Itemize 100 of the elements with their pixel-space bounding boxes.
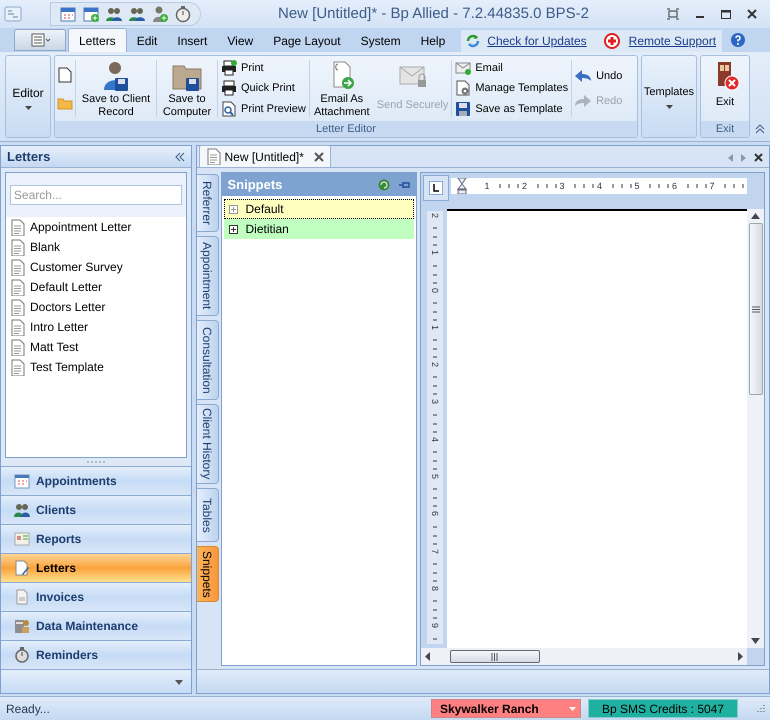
letter-list-item[interactable]: Intro Letter: [6, 317, 186, 337]
ribbon-button[interactable]: Undo: [573, 65, 624, 88]
ruler-ticks-icon: [432, 264, 438, 284]
ruler-ticks-icon: [432, 562, 438, 582]
navigation-button[interactable]: Invoices: [1, 582, 191, 611]
document-icon: [206, 148, 220, 165]
ruler-number: 1: [430, 250, 439, 256]
document-tab[interactable]: New [Untitled]*: [198, 145, 331, 167]
ribbon-button[interactable]: Print: [220, 58, 307, 78]
navigation-button[interactable]: Clients: [1, 495, 191, 524]
sms-credits-indicator: Bp SMS Credits : 5047: [588, 699, 738, 718]
refresh-icon[interactable]: [378, 178, 390, 190]
close-icon[interactable]: [746, 8, 758, 20]
undo-arrow-icon: [574, 69, 592, 84]
letter-list-item[interactable]: Default Letter: [6, 277, 186, 297]
letter-list-item[interactable]: Matt Test: [6, 337, 186, 357]
ribbon-tab[interactable]: Edit: [126, 30, 168, 52]
document-icon: [10, 298, 25, 316]
ribbon-button[interactable]: Manage Templates: [454, 78, 570, 98]
ribbon-tab[interactable]: Insert: [167, 30, 218, 52]
ribbon-button[interactable]: Email As Attachment: [310, 56, 374, 121]
new-document-icon[interactable]: [58, 66, 72, 83]
resize-grip-icon[interactable]: [754, 702, 766, 714]
letter-list-item[interactable]: Blank: [6, 237, 186, 257]
letter-list-item[interactable]: Customer Survey: [6, 257, 186, 277]
ruler-number: 5: [634, 182, 640, 190]
ribbon-button[interactable]: Save to Client Record: [76, 56, 156, 121]
snippet-row[interactable]: Dietitian: [224, 219, 414, 239]
snippet-row[interactable]: Default: [224, 199, 414, 219]
ribbon-button[interactable]: Print Preview: [220, 98, 307, 119]
calendar-add-icon[interactable]: [82, 5, 100, 23]
splitter-grip-icon[interactable]: [86, 459, 106, 465]
side-tab[interactable]: Tables: [196, 488, 218, 542]
editor-button[interactable]: Editor: [5, 55, 51, 138]
people-icon[interactable]: [105, 5, 123, 23]
indent-marker-icon[interactable]: [456, 178, 466, 194]
ribbon-tab[interactable]: Letters: [68, 28, 127, 52]
navigation-button[interactable]: Appointments: [1, 466, 191, 495]
side-tab[interactable]: Client History: [196, 404, 218, 484]
printer-icon: [221, 80, 237, 96]
collapse-ribbon-icon[interactable]: [755, 124, 765, 134]
person-add-icon[interactable]: [151, 5, 169, 23]
ribbon-button[interactable]: Save to Computer: [157, 56, 217, 121]
navigation-button[interactable]: Reminders: [1, 640, 191, 669]
navigation-button[interactable]: Reports: [1, 524, 191, 553]
letter-list-item[interactable]: Doctors Letter: [6, 297, 186, 317]
caret-icon: [569, 706, 576, 710]
envelope-icon: [455, 60, 472, 76]
side-tab[interactable]: Consultation: [196, 320, 218, 400]
restore-window-icon[interactable]: [666, 8, 680, 20]
ribbon-button[interactable]: Save as Template: [454, 98, 570, 119]
ribbon-button[interactable]: Email: [454, 58, 570, 78]
document-icon: [10, 338, 25, 356]
people-icon[interactable]: [128, 5, 146, 23]
overflow-menu-icon[interactable]: [174, 680, 183, 685]
ruler-number: 4: [430, 436, 439, 442]
search-field[interactable]: Search...: [10, 185, 182, 205]
application-menu-button[interactable]: [14, 29, 66, 51]
ribbon-tab[interactable]: System: [350, 30, 411, 52]
status-text: Ready...: [6, 700, 50, 718]
navigation-button[interactable]: Letters: [1, 553, 191, 582]
ribbon-tab[interactable]: Page Layout: [263, 30, 351, 52]
calendar-icon[interactable]: [59, 5, 77, 23]
templates-button[interactable]: Templates: [641, 55, 697, 138]
maximize-icon[interactable]: [720, 8, 732, 20]
close-icon[interactable]: [754, 153, 763, 162]
check-for-updates-link[interactable]: Check for Updates: [487, 32, 587, 50]
ruler-number: 2: [430, 213, 439, 218]
ruler-number: 1: [430, 324, 439, 330]
panel-title: Letters: [7, 148, 50, 166]
ribbon-button[interactable]: Quick Print: [220, 78, 307, 98]
ruler-ticks-icon: [610, 183, 634, 189]
vertical-scrollbar[interactable]: [747, 209, 764, 648]
expand-icon[interactable]: [228, 224, 238, 234]
exit-button[interactable]: Exit: [701, 56, 749, 121]
letter-list-item[interactable]: Test Template: [6, 357, 186, 377]
grip-icon: [752, 306, 760, 312]
side-tab[interactable]: Referrer: [196, 174, 218, 232]
ruler-ticks-icon: [432, 450, 438, 470]
tab-stop-icon[interactable]: [428, 181, 442, 195]
ribbon-tab[interactable]: View: [217, 30, 264, 52]
navigation-button[interactable]: Data Maintenance: [1, 611, 191, 640]
help-icon[interactable]: [730, 32, 746, 48]
location-selector[interactable]: Skywalker Ranch: [431, 699, 581, 718]
side-tab[interactable]: Snippets: [196, 546, 218, 602]
letter-list-item[interactable]: Appointment Letter: [6, 217, 186, 237]
collapse-panel-icon[interactable]: [174, 152, 185, 162]
ribbon-tab[interactable]: Help: [410, 30, 456, 52]
panel-title: Snippets: [228, 176, 282, 194]
scroll-right-icon: [738, 652, 743, 661]
horizontal-scrollbar[interactable]: [420, 648, 747, 665]
calendar-icon: [14, 473, 30, 489]
remote-support-link[interactable]: Remote Support: [628, 32, 716, 50]
pin-icon[interactable]: [398, 180, 410, 190]
window-title: New [Untitled]* - Bp Allied - 7.2.44835.0 BPS-2: [276, 4, 590, 24]
ruler-number: 2: [522, 182, 528, 190]
document-icon: [10, 358, 25, 376]
stopwatch-icon[interactable]: [174, 5, 192, 23]
ruler-ticks-icon: [432, 226, 438, 246]
side-tab[interactable]: Appointment: [196, 236, 218, 316]
